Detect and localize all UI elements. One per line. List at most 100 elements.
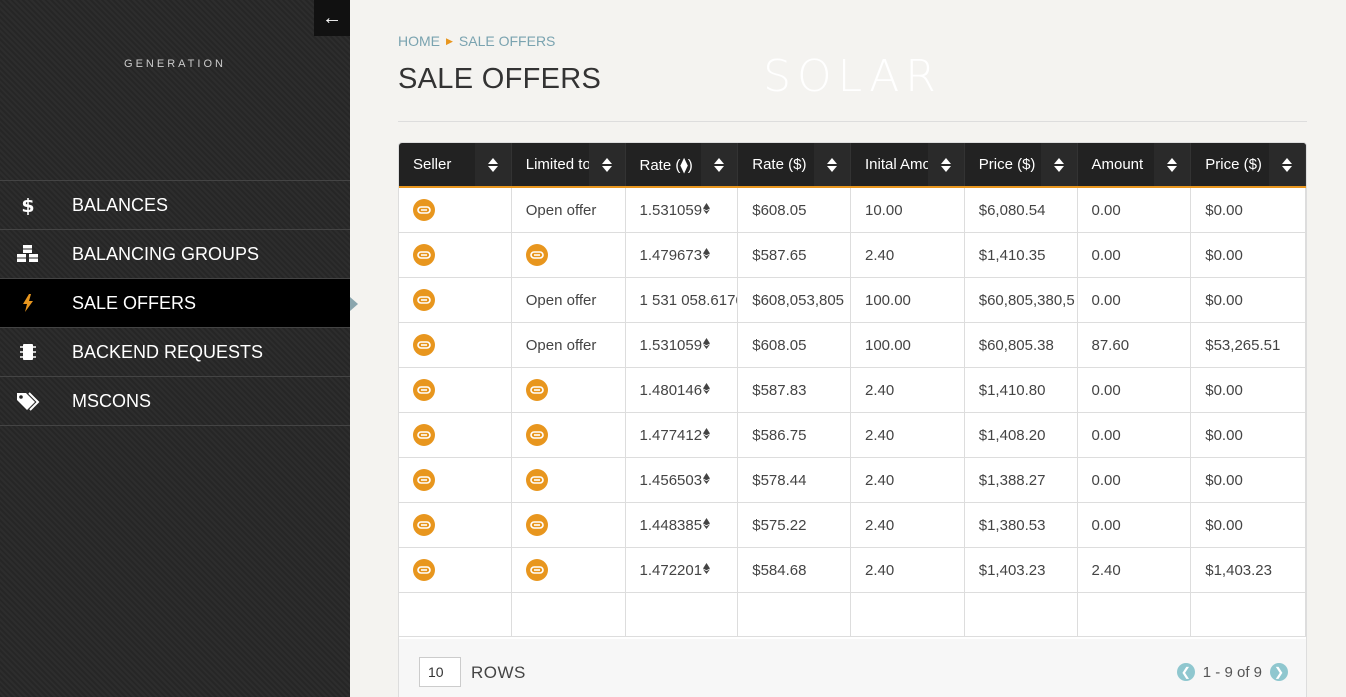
title-divider	[398, 121, 1307, 122]
link-icon[interactable]	[525, 559, 548, 581]
cell-value: 2.40	[865, 381, 895, 399]
sort-icon[interactable]	[1154, 143, 1191, 186]
cubes-icon	[0, 244, 72, 264]
table-cell: 1.531059	[626, 188, 739, 232]
cell-value: 1.472201	[639, 561, 703, 579]
breadcrumb-separator-icon: ▶	[446, 35, 453, 46]
table-cell: 2.40	[1078, 548, 1192, 592]
cell-value: 1.456503	[639, 471, 703, 489]
cell-value: $0.00	[1205, 516, 1243, 534]
table-cell: Open offer	[512, 323, 626, 367]
table-row: 1.479673 $587.65 2.40 $1,410.35 0.00 $0.00	[399, 233, 1306, 278]
empty-row	[399, 593, 1306, 637]
rows-per-page-input[interactable]	[419, 657, 461, 687]
sort-icon[interactable]	[1269, 143, 1305, 186]
link-icon[interactable]	[525, 379, 548, 401]
ether-icon	[703, 338, 711, 352]
table-cell: $53,265.51	[1191, 323, 1306, 367]
sort-icon[interactable]	[474, 143, 511, 186]
cell-value: 1 531 058.6176	[639, 291, 739, 309]
column-header-label: Amount	[1091, 156, 1144, 173]
link-icon[interactable]	[413, 514, 435, 536]
sort-icon[interactable]	[588, 143, 625, 186]
link-icon[interactable]	[413, 289, 435, 311]
cell-value: $586.75	[752, 426, 807, 444]
sidebar: ← SOLAR GENERATION $ BALANCES BALANCING …	[0, 0, 936, 697]
table-row: 1.480146 $587.83 2.40 $1,410.80 0.00 $0.00	[399, 368, 1306, 413]
cell-value: 0.00	[1091, 246, 1121, 264]
cell-value: 100.00	[865, 291, 911, 309]
table-cell	[1191, 593, 1306, 637]
column-header[interactable]: Inital Amount	[851, 143, 965, 186]
table-cell	[399, 233, 512, 277]
table-row: Open offer 1 531 058.6176 $608,053,805 100.…	[399, 278, 1306, 323]
table-cell: 0.00	[1078, 413, 1192, 457]
column-header[interactable]: Amount	[1078, 143, 1192, 186]
table-cell: 2.40	[851, 458, 965, 502]
link-icon[interactable]	[525, 469, 548, 491]
sort-icon[interactable]	[701, 143, 738, 186]
link-icon[interactable]	[413, 559, 435, 581]
sidebar-item-balancing-groups[interactable]: BALANCING GROUPS	[0, 230, 350, 279]
table-cell: 2.40	[851, 548, 965, 592]
sort-icon[interactable]	[927, 143, 964, 186]
link-icon[interactable]	[413, 469, 435, 491]
table-cell	[626, 593, 739, 637]
link-icon[interactable]	[525, 514, 548, 536]
table-cell: 0.00	[1078, 233, 1192, 277]
cell-value: $1,388.27	[978, 471, 1046, 489]
breadcrumb-home-link[interactable]: HOME	[398, 33, 440, 49]
cell-value: 1.479673	[639, 246, 703, 264]
cell-value: $0.00	[1205, 201, 1243, 219]
dollar-icon: $	[0, 195, 72, 215]
table-cell: 1.531059	[626, 323, 739, 367]
sort-icon[interactable]	[1040, 143, 1077, 186]
cell-value: 0.00	[1091, 516, 1121, 534]
link-icon[interactable]	[413, 199, 435, 221]
link-icon[interactable]	[525, 424, 548, 446]
column-header[interactable]: Price ($)	[965, 143, 1078, 186]
link-icon[interactable]	[413, 379, 435, 401]
breadcrumb-current: SALE OFFERS	[458, 33, 556, 49]
cell-value: $0.00	[1205, 471, 1243, 489]
cell-value: $608.05	[752, 336, 807, 354]
table-cell	[512, 503, 626, 547]
table-footer: ROWS ❮ 1 - 9 of 9 ❯	[399, 639, 1306, 697]
cell-value: $60,805,380,5	[978, 291, 1075, 309]
column-header[interactable]: Rate ($)	[738, 143, 851, 186]
table-cell	[399, 323, 512, 367]
table-cell	[512, 548, 626, 592]
table-cell: $0.00	[1191, 278, 1306, 322]
table-row: 1.456503 $578.44 2.40 $1,388.27 0.00 $0.00	[399, 458, 1306, 503]
cell-value: $1,403.23	[978, 561, 1046, 579]
column-header[interactable]: Price ($)	[1191, 143, 1306, 186]
sidebar-item-mscons[interactable]: MSCONS	[0, 377, 350, 426]
cell-value: 0.00	[1091, 471, 1121, 489]
table-cell	[512, 458, 626, 502]
cell-value: $575.22	[752, 516, 807, 534]
cell-value: $584.68	[752, 561, 807, 579]
sort-icon[interactable]	[814, 143, 850, 186]
table-cell: 100.00	[851, 278, 965, 322]
sidebar-item-sale-offers[interactable]: SALE OFFERS	[0, 279, 358, 328]
prev-page-button[interactable]: ❮	[1176, 663, 1195, 681]
sidebar-item-balances[interactable]: $ BALANCES	[0, 181, 350, 230]
link-icon[interactable]	[525, 244, 548, 266]
link-icon[interactable]	[413, 334, 435, 356]
sidebar-item-label: MSCONS	[72, 390, 152, 411]
link-icon[interactable]	[413, 424, 435, 446]
table-cell	[512, 593, 626, 637]
next-page-button[interactable]: ❯	[1270, 663, 1288, 681]
column-header[interactable]: Seller	[399, 143, 512, 186]
column-header[interactable]: Rate (⧫)	[626, 143, 739, 186]
sidebar-item-backend-requests[interactable]: BACKEND REQUESTS	[0, 328, 350, 377]
table-cell: $1,380.53	[965, 503, 1078, 547]
cell-value: 1.480146	[639, 381, 703, 399]
link-icon[interactable]	[413, 244, 435, 266]
collapse-sidebar-button[interactable]: ←	[314, 0, 350, 36]
cell-value: 1.531059	[639, 201, 703, 219]
column-header[interactable]: Limited to	[512, 143, 626, 186]
table-cell: 1.448385	[626, 503, 739, 547]
table-cell: 2.40	[851, 368, 965, 412]
chevron-left-icon: ❮	[1180, 665, 1191, 679]
